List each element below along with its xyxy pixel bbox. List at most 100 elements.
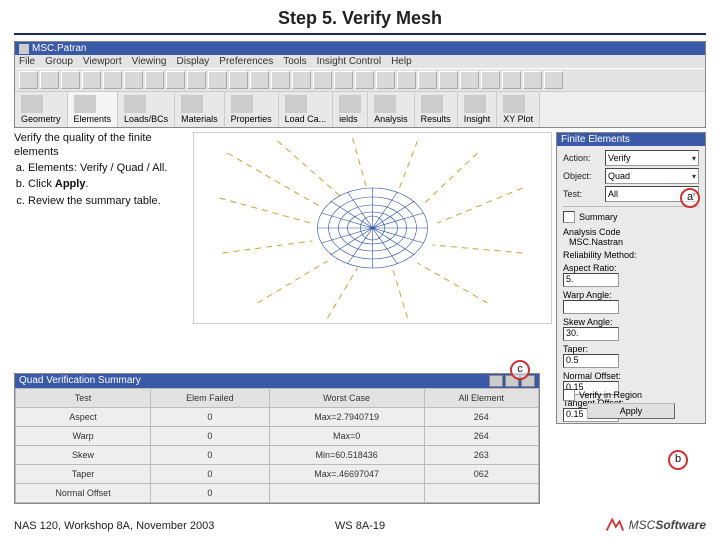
checkbox-icon <box>563 211 575 223</box>
table-row: Skew0Min=60.518436263 <box>16 446 539 465</box>
object-select[interactable]: Quad▾ <box>605 168 699 184</box>
menu-item[interactable]: Help <box>391 56 412 67</box>
app-titlebar: MSC.Patran <box>15 42 705 55</box>
tab-results[interactable]: Results <box>415 92 458 127</box>
tab-materials[interactable]: Materials <box>175 92 225 127</box>
callout-c: c <box>510 360 530 380</box>
tool-button[interactable] <box>355 71 374 89</box>
tool-button[interactable] <box>460 71 479 89</box>
tool-button[interactable] <box>334 71 353 89</box>
properties-icon <box>231 95 253 113</box>
menu-item[interactable]: Tools <box>283 56 306 67</box>
chevron-down-icon: ▾ <box>692 172 696 181</box>
tool-button[interactable] <box>544 71 563 89</box>
table-row: Taper0Max=.46697047062 <box>16 465 539 484</box>
skew-input[interactable]: 30. <box>563 327 619 341</box>
tab-loads[interactable]: Loads/BCs <box>118 92 175 127</box>
warp-input[interactable] <box>563 300 619 314</box>
tab-geometry[interactable]: Geometry <box>15 92 68 127</box>
tab-properties[interactable]: Properties <box>225 92 279 127</box>
tool-button[interactable] <box>208 71 227 89</box>
callout-a: a <box>680 188 700 208</box>
summary-titlebar: Quad Verification Summary <box>15 374 539 388</box>
minimize-icon[interactable] <box>489 375 503 387</box>
apply-button[interactable]: Apply <box>587 403 675 419</box>
tool-button[interactable] <box>82 71 101 89</box>
table-row: Normal Offset0 <box>16 484 539 503</box>
verify-region-checkbox[interactable]: Verify in Region <box>563 389 642 401</box>
tab-loadcases[interactable]: Load Ca... <box>279 92 334 127</box>
menu-item[interactable]: Preferences <box>219 56 273 67</box>
tool-button[interactable] <box>313 71 332 89</box>
tab-analysis[interactable]: Analysis <box>368 92 415 127</box>
menu-item[interactable]: Insight Control <box>317 56 381 67</box>
summary-window: Quad Verification Summary Test Elem Fail… <box>14 373 540 504</box>
tab-xyplot[interactable]: XY Plot <box>497 92 540 127</box>
aspect-label: Aspect Ratio: <box>563 263 699 273</box>
patran-window: MSC.Patran File Group Viewport Viewing D… <box>14 41 706 128</box>
label-action: Action: <box>563 153 605 163</box>
fields-icon <box>339 95 361 113</box>
tool-button[interactable] <box>187 71 206 89</box>
tool-button[interactable] <box>166 71 185 89</box>
tool-button[interactable] <box>376 71 395 89</box>
title-divider <box>14 33 706 35</box>
tool-button[interactable] <box>502 71 521 89</box>
footer-logo: MSCSoftware <box>603 514 706 536</box>
tool-button[interactable] <box>481 71 500 89</box>
app-icon <box>19 44 29 54</box>
tool-button[interactable] <box>292 71 311 89</box>
summary-checkbox[interactable]: Summary <box>563 211 699 223</box>
instr-item: Review the summary table. <box>28 195 189 209</box>
aspect-input[interactable]: 5. <box>563 273 619 287</box>
warp-label: Warp Angle: <box>563 290 699 300</box>
msc-logo-icon <box>603 514 625 536</box>
method-label: Reliability Method: <box>563 250 699 260</box>
col-test: Test <box>16 389 151 408</box>
tool-button[interactable] <box>397 71 416 89</box>
col-allelem: All Element <box>424 389 538 408</box>
mesh-graphic <box>194 133 551 323</box>
summary-table: Test Elem Failed Worst Case All Element … <box>15 388 539 503</box>
tool-button[interactable] <box>523 71 542 89</box>
finite-elements-panel: Finite Elements Action: Verify▾ Object: … <box>556 132 706 424</box>
skew-label: Skew Angle: <box>563 317 699 327</box>
chevron-down-icon: ▾ <box>692 154 696 163</box>
tab-elements[interactable]: Elements <box>68 92 119 127</box>
menu-item[interactable]: Viewport <box>83 56 122 67</box>
tool-button[interactable] <box>19 71 38 89</box>
action-select[interactable]: Verify▾ <box>605 150 699 166</box>
analysis-icon <box>374 95 396 113</box>
loads-icon <box>124 95 146 113</box>
tool-button[interactable] <box>145 71 164 89</box>
results-icon <box>421 95 443 113</box>
footer-center: WS 8A-19 <box>335 520 385 532</box>
fe-panel-title: Finite Elements <box>557 133 705 146</box>
verify-region-label: Verify in Region <box>579 390 642 400</box>
analysis-code-label: Analysis Code <box>563 227 699 237</box>
menu-item[interactable]: Viewing <box>132 56 167 67</box>
tool-button[interactable] <box>271 71 290 89</box>
tab-insight[interactable]: Insight <box>458 92 498 127</box>
tool-button[interactable] <box>103 71 122 89</box>
col-failed: Elem Failed <box>151 389 270 408</box>
checkbox-icon <box>563 389 575 401</box>
menu-item[interactable]: Display <box>177 56 210 67</box>
menu-item[interactable]: File <box>19 56 35 67</box>
toolbar-row-1 <box>15 68 705 91</box>
taper-input[interactable]: 0.5 <box>563 354 619 368</box>
tab-fields[interactable]: ields <box>333 92 368 127</box>
callout-b: b <box>668 450 688 470</box>
table-row: Warp0Max=0264 <box>16 427 539 446</box>
tool-button[interactable] <box>40 71 59 89</box>
analysis-code-value: MSC.Nastran <box>569 237 699 247</box>
tool-button[interactable] <box>61 71 80 89</box>
tool-button[interactable] <box>124 71 143 89</box>
tool-button[interactable] <box>229 71 248 89</box>
col-worst: Worst Case <box>269 389 424 408</box>
tool-button[interactable] <box>418 71 437 89</box>
taper-label: Taper: <box>563 344 699 354</box>
tool-button[interactable] <box>250 71 269 89</box>
menu-item[interactable]: Group <box>45 56 73 67</box>
tool-button[interactable] <box>439 71 458 89</box>
